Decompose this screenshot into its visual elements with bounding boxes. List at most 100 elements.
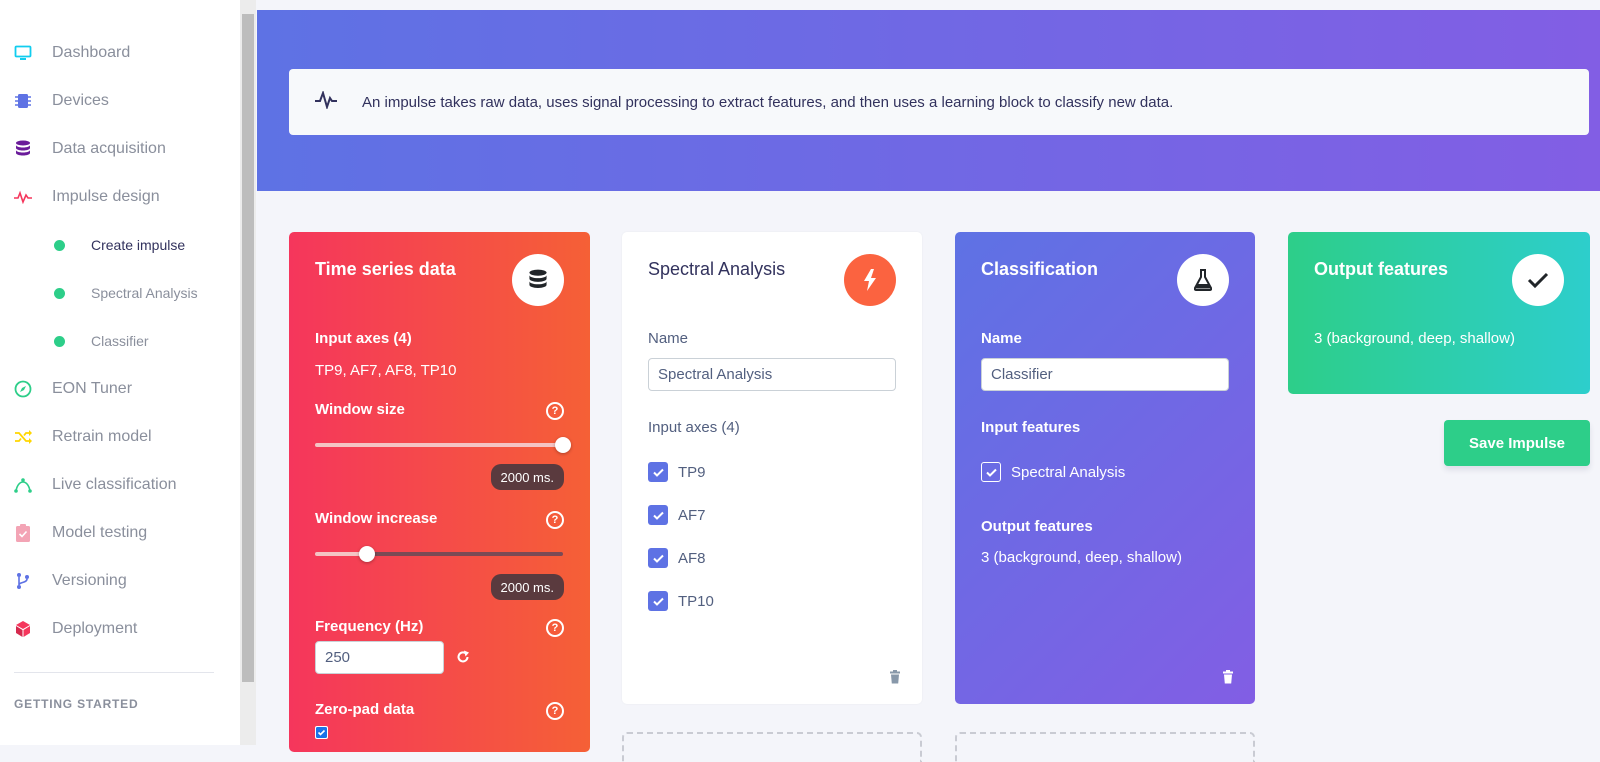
monitor-icon [14,44,32,62]
sidebar-item-label: Live classification [52,476,177,493]
shuffle-icon [14,428,32,446]
sidebar-item-eon-tuner[interactable]: EON Tuner [0,369,240,409]
axis-checkbox-af7[interactable]: AF7 [648,505,706,525]
sidebar-item-label: Impulse design [52,188,160,205]
sidebar-item-label: Devices [52,92,109,109]
input-feature-checkbox[interactable]: Spectral Analysis [981,462,1125,482]
checkmark-icon [1512,254,1564,306]
sidebar-item-versioning[interactable]: Versioning [0,561,240,601]
info-text: An impulse takes raw data, uses signal p… [362,93,1174,111]
window-size-label: Window size [315,401,405,418]
card-title: Spectral Analysis [648,259,786,279]
sidebar-item-label: Deployment [52,620,138,637]
add-learning-block-placeholder[interactable] [955,732,1255,762]
status-dot [54,287,65,299]
flask-icon [1177,254,1229,306]
spectral-analysis-card: Spectral Analysis Name Spectral Analysis… [622,232,922,704]
window-increase-slider[interactable] [315,546,563,562]
add-processing-block-placeholder[interactable] [622,732,922,762]
save-impulse-button[interactable]: Save Impulse [1444,420,1590,466]
trash-icon[interactable] [888,670,902,684]
sidebar-item-dashboard[interactable]: Dashboard [0,33,240,73]
database-icon [14,140,32,158]
bezier-icon [14,476,32,494]
card-title: Time series data [315,259,456,279]
sidebar-item-devices[interactable]: Devices [0,81,240,121]
sidebar-item-deployment[interactable]: Deployment [0,609,240,649]
sidebar-item-label: Create impulse [91,237,186,253]
slider-fill [315,443,563,447]
sidebar-item-live-classification[interactable]: Live classification [0,465,240,505]
slider-handle[interactable] [359,546,376,562]
axis-checkbox-tp10[interactable]: TP10 [648,591,714,611]
sidebar-item-retrain-model[interactable]: Retrain model [0,417,240,457]
axis-label: AF8 [678,549,706,567]
slider-track [367,552,563,556]
sidebar-item-label: Data acquisition [52,140,166,157]
help-icon[interactable]: ? [546,619,564,637]
sidebar-item-label: Model testing [52,524,148,541]
help-icon[interactable]: ? [546,402,564,420]
sidebar: Dashboard Devices Data acquisition Impul… [0,0,240,745]
refresh-icon[interactable] [456,650,470,669]
sidebar-subitem-spectral-analysis[interactable]: Spectral Analysis [0,273,240,313]
spectral-name-input[interactable]: Spectral Analysis [648,358,896,391]
sidebar-subitem-create-impulse[interactable]: Create impulse [0,225,240,265]
classifier-name-input[interactable]: Classifier [981,358,1229,391]
pulse-icon [14,188,32,206]
help-icon[interactable]: ? [546,511,564,529]
sidebar-item-label: EON Tuner [52,380,133,397]
window-size-slider[interactable] [315,437,571,453]
time-series-card: Time series data Input axes (4) TP9, AF7… [289,232,590,752]
check-icon [648,505,668,525]
output-features-label: Output features [981,518,1093,535]
info-box: An impulse takes raw data, uses signal p… [289,69,1589,135]
axis-label: TP10 [678,592,714,610]
sidebar-subitem-classifier[interactable]: Classifier [0,321,240,361]
sidebar-item-label: Dashboard [52,44,131,61]
axis-label: AF7 [678,506,706,524]
axis-label: TP9 [678,463,706,481]
clipboard-check-icon [14,524,32,542]
frequency-label: Frequency (Hz) [315,618,424,635]
input-axes-value: TP9, AF7, AF8, TP10 [315,362,457,379]
check-icon [981,462,1001,482]
card-title: Output features [1314,259,1449,279]
status-dot [54,335,65,347]
chip-icon [14,92,32,110]
lightning-icon [844,254,896,306]
sidebar-item-label: Classifier [91,333,149,349]
sidebar-item-label: Retrain model [52,428,152,445]
scrollbar-thumb[interactable] [242,14,254,682]
sidebar-divider [14,672,214,673]
output-features-value: 3 (background, deep, shallow) [981,549,1182,566]
branch-icon [14,572,32,590]
section-title-getting-started: GETTING STARTED [14,697,139,711]
zero-pad-label: Zero-pad data [315,701,415,718]
sidebar-item-data-acquisition[interactable]: Data acquisition [0,129,240,169]
check-icon [648,462,668,482]
sidebar-item-model-testing[interactable]: Model testing [0,513,240,553]
pulse-icon [315,89,337,114]
sidebar-item-label: Spectral Analysis [91,285,198,301]
check-icon [648,548,668,568]
database-icon [512,254,564,306]
zero-pad-checkbox[interactable] [315,726,328,739]
cube-icon [14,620,32,638]
window-increase-value: 2000 ms. [490,574,564,600]
output-features-value: 3 (background, deep, shallow) [1314,330,1515,347]
window-size-value: 2000 ms. [490,464,564,490]
input-features-label: Input features [981,419,1081,436]
sidebar-item-label: Versioning [52,572,127,589]
trash-icon[interactable] [1221,670,1235,684]
card-title: Classification [981,259,1099,279]
frequency-input[interactable]: 250 [315,641,444,674]
sidebar-item-impulse-design[interactable]: Impulse design [0,177,240,217]
status-dot [54,239,65,251]
input-feature-label: Spectral Analysis [1011,463,1126,481]
axis-checkbox-af8[interactable]: AF8 [648,548,706,568]
slider-handle[interactable] [555,437,571,453]
help-icon[interactable]: ? [546,702,564,720]
axis-checkbox-tp9[interactable]: TP9 [648,462,706,482]
input-axes-label: Input axes (4) [648,419,740,436]
